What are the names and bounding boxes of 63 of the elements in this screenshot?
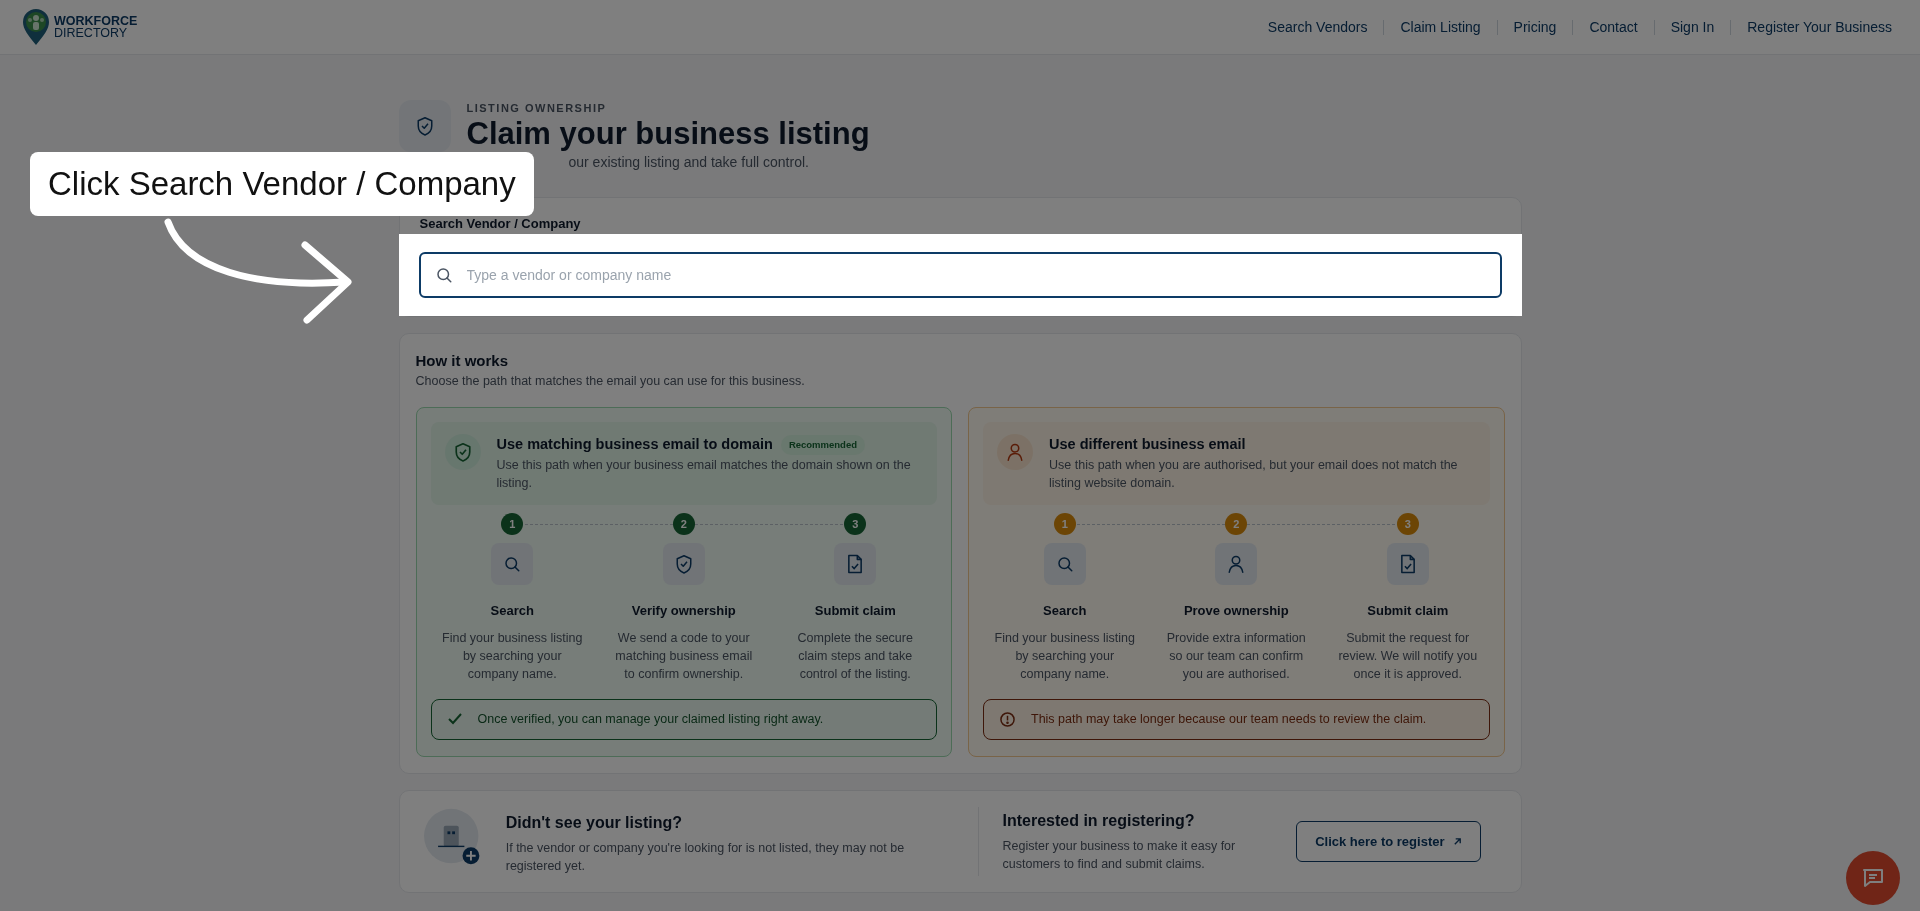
page-title: Claim your business listing [466, 116, 870, 151]
register-button[interactable]: Click here to register [1296, 820, 1481, 863]
search-icon [434, 265, 453, 284]
shield-check-icon [674, 554, 693, 574]
search-icon [503, 555, 522, 573]
step-number: 3 [1396, 513, 1419, 535]
nav-link[interactable]: Pricing [1513, 16, 1557, 38]
section-title: How it works [415, 350, 509, 371]
step-title: Submit claim [814, 602, 896, 620]
step-description: Submit the request for review. We will notify you once it is approved. [1337, 629, 1479, 683]
empty-listing-icon [423, 806, 482, 867]
recommended-badge: Recommended [780, 434, 865, 455]
nav-link[interactable]: Search Vendors [1267, 16, 1368, 38]
step-number: 3 [844, 513, 867, 535]
step-number: 1 [1053, 513, 1076, 535]
chat-button[interactable] [1846, 851, 1900, 905]
logo-icon [22, 8, 50, 46]
search-field[interactable]: Type a vendor or company name [418, 251, 1502, 298]
logo-text: DIRECTORY [54, 27, 129, 40]
nav-link[interactable]: Register Your Business [1747, 16, 1892, 38]
step-description: We send a code to your matching business email to confirm ownership. [614, 629, 754, 683]
search-icon [1055, 555, 1074, 573]
nav-link[interactable]: Claim Listing [1400, 16, 1481, 38]
path-description: Use this path when you are authorised, but your email does not match the listing website domain. [1049, 456, 1459, 493]
section-title: Interested in registering? [1002, 810, 1196, 831]
logo-text: WORKFORCE [54, 14, 138, 27]
chat-icon [1862, 868, 1884, 888]
step-description: Find your business listing by searching your company name. [993, 629, 1136, 683]
external-arrow-icon [1452, 836, 1462, 846]
alert-icon [1000, 711, 1015, 727]
section-text: If the vendor or company you're looking for is not listed, they may not be registered yet. [505, 839, 906, 876]
step-title: Search [490, 602, 534, 620]
nav-link[interactable]: Contact [1589, 16, 1638, 38]
field-label: Search Vendor / Company [418, 215, 582, 233]
step-title: Verify ownership [631, 602, 736, 620]
path-title: Use different business email [1049, 434, 1246, 454]
step-title: Search [1043, 602, 1087, 620]
callout-label: Click Search Vendor / Company [30, 152, 534, 216]
document-check-icon [1399, 554, 1416, 574]
check-icon [447, 713, 462, 726]
page-subtitle: our existing listing and take full control. [567, 153, 809, 172]
shield-badge-icon [398, 100, 451, 152]
step-description: Find your business listing by searching your company name. [441, 629, 584, 683]
step-number: 2 [672, 513, 695, 535]
path-description: Use this path when your business email matches the domain shown on the listing. [496, 456, 912, 493]
step-description: Complete the secure claim steps and take control of the listing. [796, 629, 914, 683]
nav-link[interactable]: Sign In [1670, 16, 1715, 38]
note-text: This path may take longer because our team needs to review the claim. [1031, 710, 1427, 728]
note-text: Once verified, you can manage your claimed listing right away. [477, 710, 824, 728]
step-title: Prove ownership [1183, 602, 1289, 620]
step-number: 1 [501, 513, 524, 535]
step-description: Provide extra information so our team can confirm you are authorised. [1165, 629, 1307, 683]
step-number: 2 [1225, 513, 1248, 535]
eyebrow-label: LISTING OWNERSHIP [466, 101, 608, 116]
section-subtitle: Choose the path that matches the email you can use for this business. [415, 373, 806, 390]
person-icon [1006, 441, 1024, 462]
person-icon [1227, 554, 1246, 574]
shield-check-icon [453, 441, 472, 462]
section-title: Didn't see your listing? [505, 812, 683, 833]
section-text: Register your business to make it easy for customers to find and submit claims. [1002, 837, 1237, 874]
document-check-icon [847, 554, 864, 574]
step-title: Submit claim [1367, 602, 1449, 620]
path-title: Use matching business email to domain [496, 434, 773, 454]
